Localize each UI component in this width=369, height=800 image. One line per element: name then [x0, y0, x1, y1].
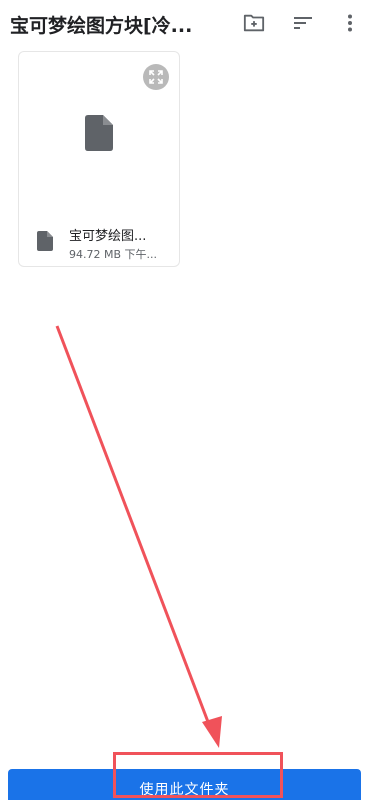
file-icon [85, 115, 113, 151]
file-picker-screen: 宝可梦绘图方块[冷... 宝可梦绘图... 94.72 MB 下午... 使用此… [0, 0, 369, 800]
expand-icon [149, 70, 163, 84]
file-size-date: 94.72 MB 下午... [69, 248, 158, 261]
expand-preview-button[interactable] [143, 64, 169, 90]
file-name: 宝可梦绘图... [69, 229, 147, 244]
file-icon [37, 231, 53, 251]
file-preview-icon [85, 115, 113, 155]
new-folder-button[interactable] [241, 10, 267, 36]
sort-icon [294, 17, 312, 29]
more-options-button[interactable] [337, 10, 363, 36]
folder-title: 宝可梦绘图方块[冷... [10, 15, 193, 37]
app-bar: 宝可梦绘图方块[冷... [0, 0, 369, 48]
file-type-icon [37, 231, 53, 255]
file-meta: 宝可梦绘图... 94.72 MB 下午... [19, 220, 179, 266]
sort-button[interactable] [290, 10, 316, 36]
file-preview [19, 52, 179, 214]
annotation-highlight-box [113, 752, 283, 798]
more-vert-icon [348, 14, 352, 32]
file-card[interactable]: 宝可梦绘图... 94.72 MB 下午... [18, 51, 180, 267]
create-new-folder-icon [243, 14, 265, 32]
